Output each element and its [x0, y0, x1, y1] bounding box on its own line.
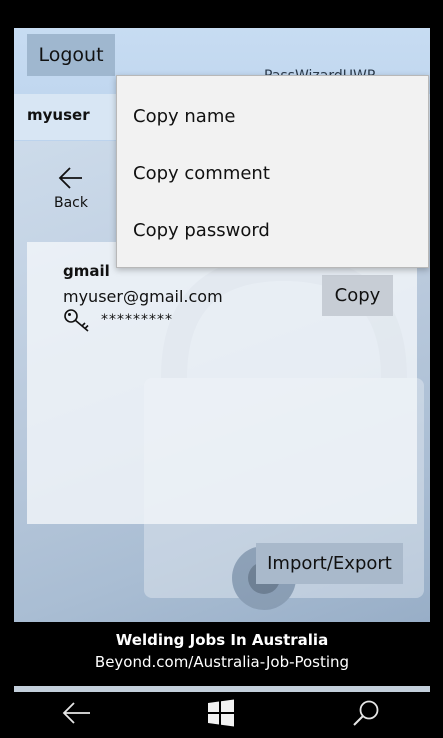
back-button[interactable]: Back	[50, 161, 92, 217]
menu-item-copy-name[interactable]: Copy name	[117, 88, 428, 144]
entry-comment: myuser@gmail.com	[63, 287, 223, 306]
system-start-button[interactable]	[206, 698, 246, 732]
menu-item-copy-comment[interactable]: Copy comment	[117, 145, 428, 201]
entry-name: gmail	[63, 262, 110, 280]
search-icon	[353, 700, 379, 726]
system-search-button[interactable]	[350, 698, 390, 732]
key-icon	[64, 309, 89, 332]
import-export-button[interactable]: Import/Export	[256, 543, 403, 584]
entry-card: gmail myuser@gmail.com ********* Copy	[27, 242, 417, 524]
ad-title: Welding Jobs In Australia	[115, 631, 329, 649]
copy-button[interactable]: Copy	[322, 275, 393, 316]
username-label: myuser	[27, 106, 90, 124]
system-back-button[interactable]	[60, 698, 100, 732]
back-label: Back	[54, 195, 88, 211]
back-arrow-icon	[62, 702, 90, 724]
menu-item-copy-password[interactable]: Copy password	[117, 202, 428, 258]
context-menu: Copy name Copy comment Copy password	[116, 75, 429, 268]
windows-start-icon	[208, 699, 234, 727]
ad-banner[interactable]: Welding Jobs In Australia Beyond.com/Aus…	[14, 622, 430, 685]
entry-password: *********	[101, 312, 173, 328]
ad-url: Beyond.com/Australia-Job-Posting	[94, 653, 350, 671]
system-nav-bar	[0, 692, 443, 738]
logout-button[interactable]: Logout	[27, 34, 115, 76]
phone-screen: Logout PassWizardUWP myuser Back gmail m…	[0, 0, 443, 738]
back-arrow-icon	[58, 167, 82, 189]
